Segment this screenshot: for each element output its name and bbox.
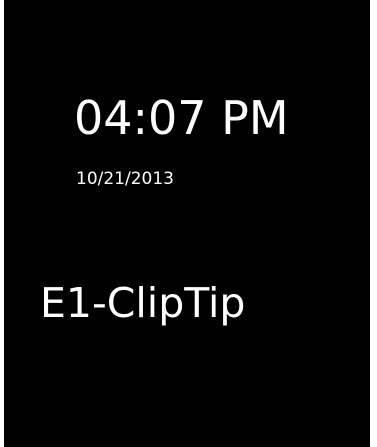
clock-date: 10/21/2013: [76, 169, 174, 189]
device-screen: 04:07 PM 10/21/2013 E1-ClipTip: [4, 0, 370, 447]
device-name: E1-ClipTip: [40, 279, 246, 327]
clock-time: 04:07 PM: [74, 91, 289, 145]
